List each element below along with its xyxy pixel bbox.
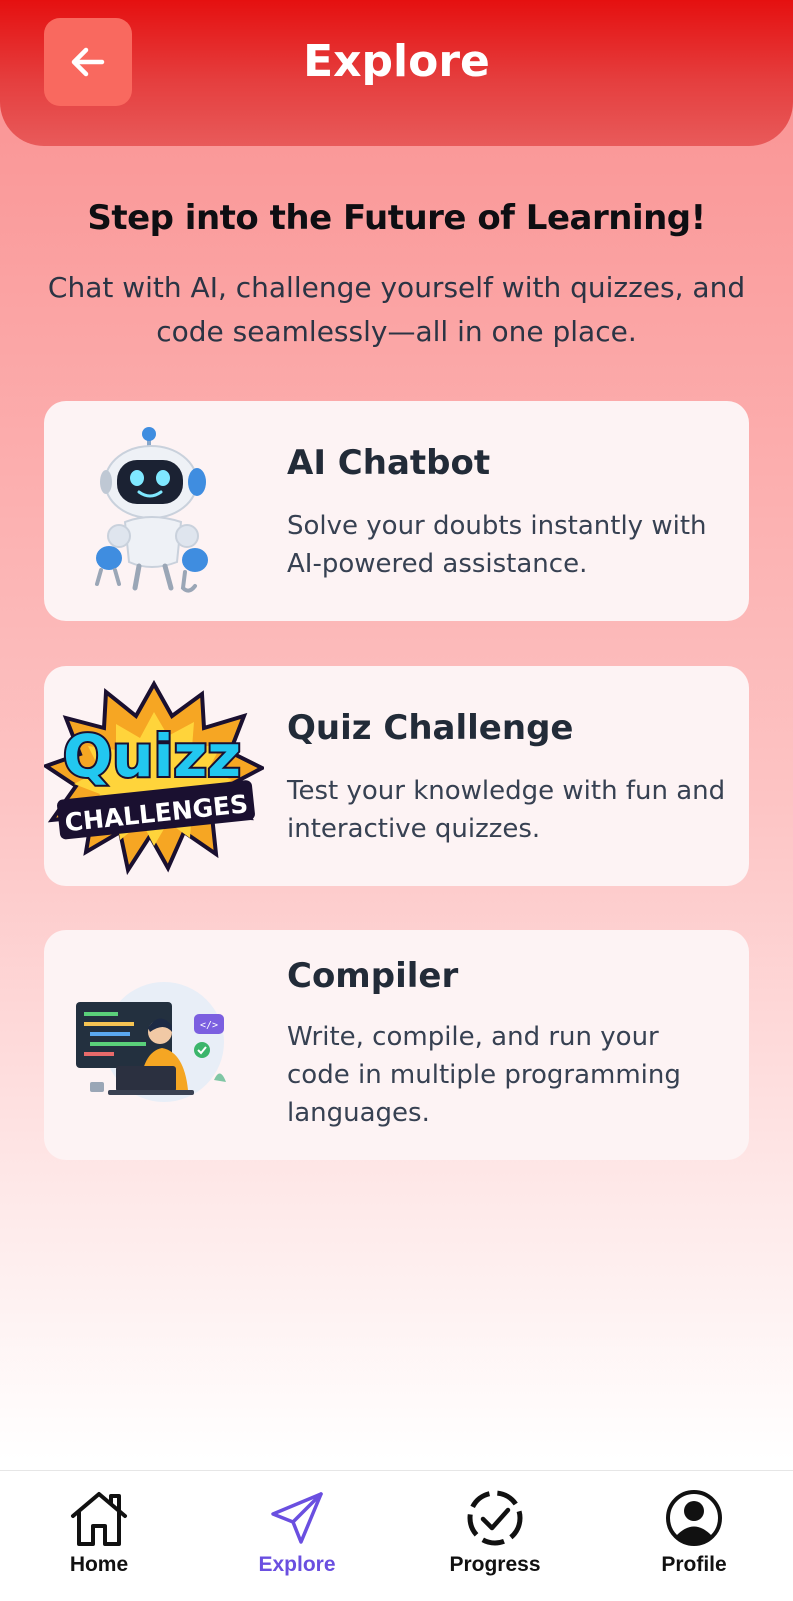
card-description: Solve your doubts instantly with AI-powe… — [287, 511, 707, 579]
send-icon — [271, 1492, 323, 1544]
ai-chatbot-card[interactable]: AI Chatbot Solve your doubts instantly w… — [44, 401, 749, 621]
quiz-challenge-card[interactable]: Quizz CHALLENGES Quiz Challenge Test you… — [44, 666, 749, 886]
nav-item-profile[interactable]: Profile — [614, 1485, 774, 1577]
card-title: Compiler — [287, 956, 459, 996]
progress-check-icon — [467, 1490, 523, 1546]
nav-label-explore: Explore — [258, 1553, 336, 1576]
nav-label-progress: Progress — [449, 1553, 541, 1576]
nav-item-progress[interactable]: Progress — [415, 1485, 575, 1577]
nav-item-home[interactable]: Home — [19, 1485, 179, 1577]
card-description: Test your knowledge with fun and interac… — [287, 776, 726, 844]
hero-subtitle: Chat with AI, challenge yourself with qu… — [47, 271, 746, 348]
profile-icon — [666, 1490, 722, 1546]
code-bubble-text: </> — [200, 1020, 218, 1031]
badge-title-text: Quizz — [63, 722, 241, 790]
quizz-challenges-badge: Quizz CHALLENGES — [44, 666, 264, 886]
app-header: Explore — [0, 0, 793, 146]
nav-label-home: Home — [69, 1553, 129, 1576]
nav-label-profile: Profile — [661, 1553, 727, 1576]
robot-illustration — [44, 401, 264, 621]
page-title: Explore — [303, 36, 490, 87]
card-title: AI Chatbot — [287, 443, 491, 483]
hero-headline: Step into the Future of Learning! — [87, 198, 706, 238]
compiler-card[interactable]: </> Compiler Write, compile, and run you… — [44, 930, 749, 1160]
bottom-navigation: Home Explore Progress Profile — [0, 1470, 793, 1601]
home-icon — [71, 1492, 127, 1546]
coder-illustration: </> — [44, 930, 264, 1160]
card-description: Write, compile, and run your code in mul… — [287, 1022, 681, 1128]
nav-item-explore[interactable]: Explore — [217, 1485, 377, 1577]
card-title: Quiz Challenge — [287, 708, 574, 748]
